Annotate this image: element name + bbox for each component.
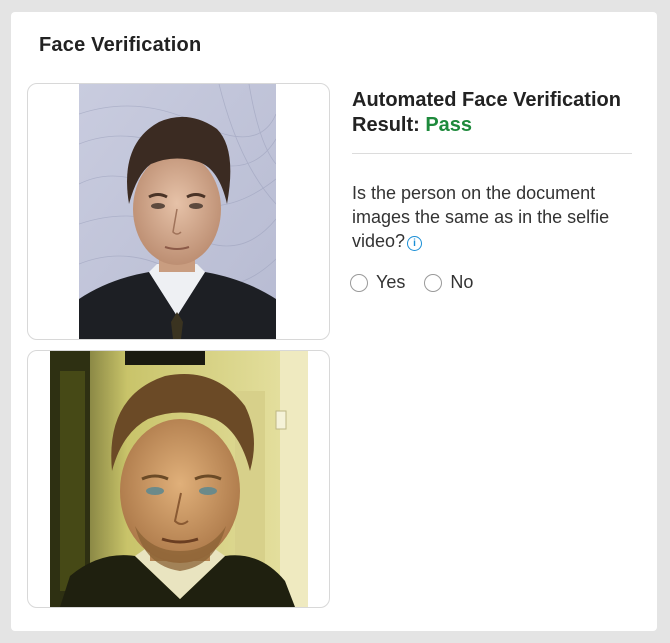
radio-option-no[interactable]: No	[424, 272, 473, 293]
face-verification-card: Face Verification Automated Face Verific…	[11, 12, 657, 631]
divider	[352, 153, 632, 154]
radio-no-circle[interactable]	[424, 273, 443, 292]
verification-question: Is the person on the document images the…	[352, 181, 637, 253]
answer-radio-group: Yes No	[350, 272, 492, 293]
radio-option-yes[interactable]: Yes	[350, 272, 405, 293]
document-photo	[79, 84, 276, 339]
document-image-frame	[27, 83, 330, 340]
radio-yes-circle[interactable]	[350, 273, 368, 292]
radio-no-label: No	[450, 272, 474, 292]
info-icon[interactable]: i	[407, 236, 423, 251]
question-text: Is the person on the document images the…	[352, 183, 610, 251]
result-label: Automated Face Verification Result:	[352, 89, 621, 136]
selfie-image-frame	[27, 350, 330, 608]
selfie-photo	[50, 351, 308, 607]
automated-verification-result: Automated Face Verification Result: Pass	[352, 88, 642, 138]
card-title: Face Verification	[39, 34, 202, 56]
radio-yes-label: Yes	[376, 272, 406, 292]
result-status-pass: Pass	[425, 114, 473, 136]
